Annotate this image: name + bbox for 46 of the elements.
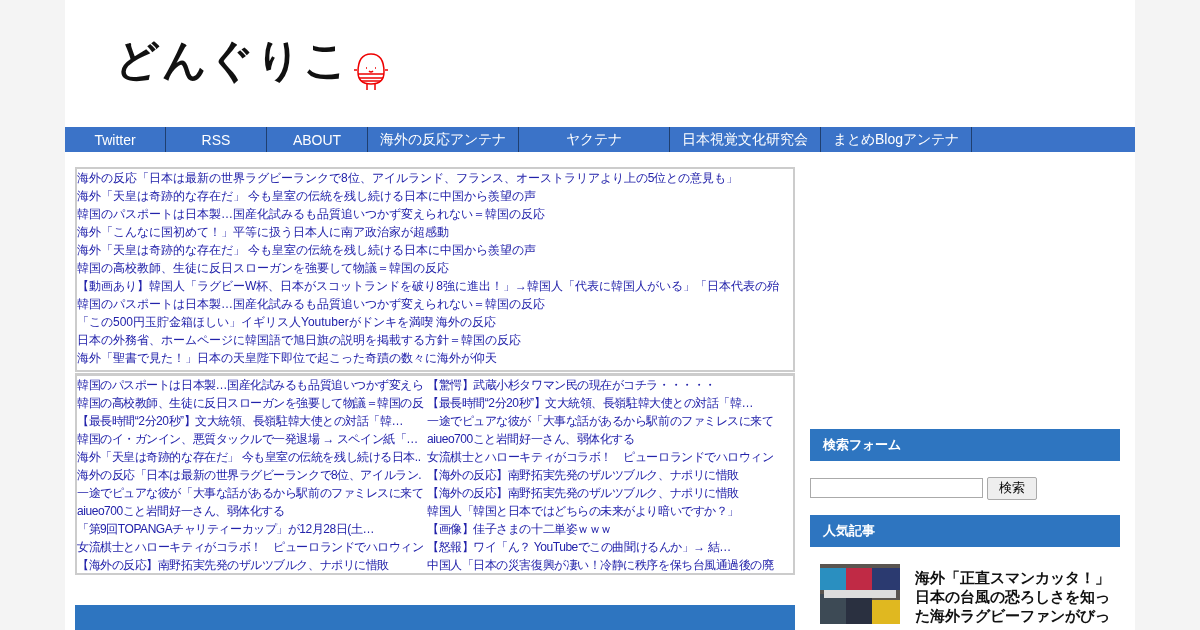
search-field[interactable] <box>810 478 983 498</box>
article-link[interactable]: aiueo700こと岩間好一さん、弱体化する <box>427 430 791 448</box>
nav-link[interactable]: RSS <box>166 127 267 152</box>
article-link[interactable]: 韓国のパスポートは日本製…国産化試みるも品質追いつかず変えられない＝韓国の反応 <box>77 205 793 223</box>
article-link[interactable]: 女流棋士とハローキティがコラボ！ ピューロランドでハロウィン <box>77 538 427 556</box>
nav-link[interactable]: ヤクテナ <box>519 127 670 152</box>
article-link[interactable]: 韓国の高校教師、生徒に反日スローガンを強要して物議＝韓国の反 <box>77 394 427 412</box>
nav-link[interactable]: まとめBlogアンテナ <box>821 127 972 152</box>
article-link[interactable]: 海外「こんなに国初めて！」平等に扱う日本人に南ア政治家が超感動 <box>77 223 793 241</box>
nav-link[interactable]: 海外の反応アンテナ <box>368 127 519 152</box>
article-link[interactable]: 【海外の反応】南野拓実先発のザルツブルク、ナポリに惜敗 <box>427 466 791 484</box>
article-link[interactable]: 「第9回TOPANGAチャリティーカップ」が12月28日(土… <box>77 520 427 538</box>
article-link[interactable]: 「この500円玉貯金箱ほしい」イギリス人Youtuberがドンキを満喫 海外の反応 <box>77 313 793 331</box>
section-heading: 検索フォーム <box>810 429 1120 461</box>
article-link[interactable]: 【画像】佳子さまの十二単姿ｗｗｗ <box>427 520 791 538</box>
article-link[interactable]: 韓国の高校教師、生徒に反日スローガンを強要して物議＝韓国の反応 <box>77 259 793 277</box>
nav-link[interactable]: ABOUT <box>267 127 368 152</box>
article-link[interactable]: 【海外の反応】南野拓実先発のザルツブルク、ナポリに惜敗 <box>427 484 791 502</box>
article-link[interactable]: 【動画あり】韓国人「ラグビーW杯、日本がスコットランドを破り8強に進出！」→韓国人「代表に韓国人がいる」「日本代表の殆 <box>77 277 793 295</box>
nav-link[interactable]: Twitter <box>65 127 166 152</box>
section-heading: 人気記事 <box>810 515 1120 547</box>
article-link[interactable]: 女流棋士とハローキティがコラボ！ ピューロランドでハロウィン <box>427 448 791 466</box>
article-link[interactable]: aiueo700こと岩間好一さん、弱体化する <box>77 502 427 520</box>
article-link[interactable]: 【驚愕】武蔵小杉タワマン民の現在がコチラ・・・・・ <box>427 376 791 394</box>
search-button[interactable]: 検索 <box>987 476 1037 500</box>
article-link[interactable]: 海外の反応「日本は最新の世界ラグビーランクで8位、アイルラン. <box>77 466 427 484</box>
article-link[interactable]: 海外「聖書で見た！」日本の天皇陛下即位で起こった奇蹟の数々に海外が仰天 <box>77 349 793 367</box>
article-link[interactable]: 【最長時間“2分20秒”】文大統領、長嶺駐韓大使との対話「韓… <box>427 394 791 412</box>
article-link[interactable]: 一途でピュアな彼が「大事な話があるから駅前のファミレスに来て <box>77 484 427 502</box>
article-link[interactable]: 韓国のパスポートは日本製…国産化試みるも品質追いつかず変えられない＝韓国の反応 <box>77 295 793 313</box>
article-link[interactable]: 中国人「日本の災害復興が凄い！冷静に秩序を保ち台風通過後の廃 <box>427 556 791 574</box>
article-link[interactable]: 海外の反応「日本は最新の世界ラグビーランクで8位、アイルランド、フランス、オーストラリアより上の5位との意見も」 <box>77 169 793 187</box>
article-link[interactable]: 韓国のイ・ガンイン、悪質タックルで一発退場 → スペイン紙「… <box>77 430 427 448</box>
article-link[interactable]: 【最長時間“2分20秒”】文大統領、長嶺駐韓大使との対話「韓… <box>77 412 427 430</box>
nav-link[interactable]: 日本視覚文化研究会 <box>670 127 821 152</box>
article-link[interactable]: 海外「天皇は奇跡的な存在だ」 今も皇室の伝統を残し続ける日本に中国から羨望の声 <box>77 187 793 205</box>
article-link[interactable]: 【海外の反応】南野拓実先発のザルツブルク、ナポリに惜敗 <box>77 556 427 574</box>
article-link[interactable]: 韓国のパスポートは日本製…国産化試みるも品質追いつかず変えら <box>77 376 427 394</box>
article-link[interactable]: 海外「天皇は奇跡的な存在だ」 今も皇室の伝統を残し続ける日本.. <box>77 448 427 466</box>
article-title[interactable]: 海外「正直スマンカッタ！」日本の台風の恐ろしさを知った海外ラグビーファンがびっ <box>915 564 1110 625</box>
article-link[interactable]: 【怒報】ワイ「ん？ YouTubeでこの曲聞けるんか」→ 結… <box>427 538 791 556</box>
article-link[interactable]: 海外「天皇は奇跡的な存在だ」 今も皇室の伝統を残し続ける日本に中国から羨望の声 <box>77 241 793 259</box>
article-link[interactable]: 一途でピュアな彼が「大事な話があるから駅前のファミレスに来て <box>427 412 791 430</box>
site-logo[interactable]: どんぐりこ <box>115 31 350 90</box>
article-link[interactable]: 韓国人「韓国と日本ではどちらの未来がより暗いですか？」 <box>427 502 791 520</box>
article-link[interactable]: 日本の外務省、ホームページに韓国語で旭日旗の説明を掲載する方針＝韓国の反応 <box>77 331 793 349</box>
